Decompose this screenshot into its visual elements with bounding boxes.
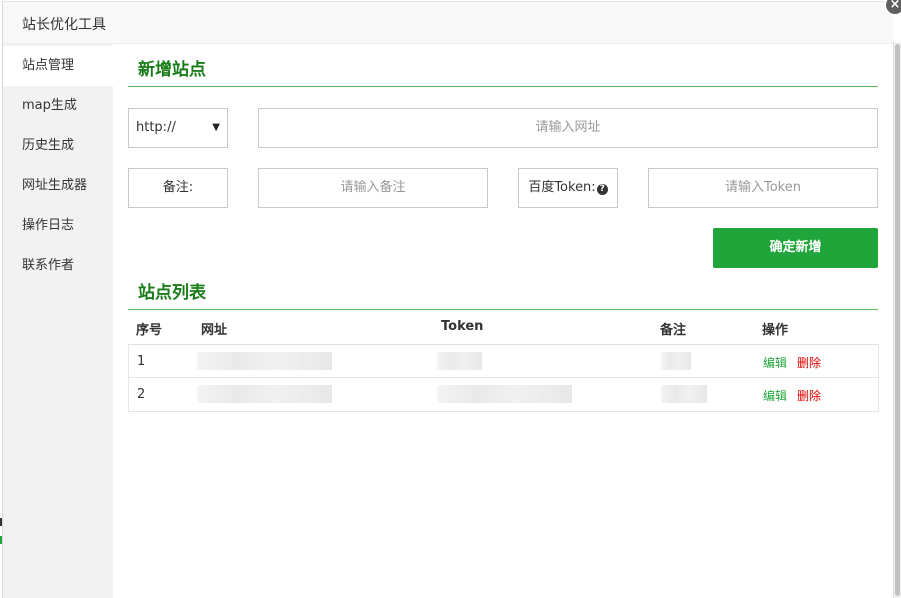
edit-link[interactable]: 编辑 bbox=[763, 354, 787, 371]
redacted-token bbox=[437, 385, 572, 403]
column-header-actions: 操作 bbox=[762, 323, 789, 338]
protocol-select[interactable]: http:// ▼ bbox=[128, 108, 228, 148]
sidebar: 站点管理 map生成 历史生成 网址生成器 操作日志 联系作者 bbox=[3, 44, 113, 598]
table-header: 序号 网址 Token 备注 操作 bbox=[128, 310, 879, 344]
sidebar-item-label: map生成 bbox=[22, 98, 77, 113]
chevron-down-icon: ▼ bbox=[212, 122, 220, 133]
token-label: 百度Token:? bbox=[518, 168, 618, 208]
add-site-divider bbox=[128, 86, 878, 87]
sidebar-item-label: 联系作者 bbox=[22, 258, 75, 273]
sidebar-item-label: 网址生成器 bbox=[22, 178, 88, 193]
row-index: 1 bbox=[137, 354, 146, 369]
column-header-index: 序号 bbox=[136, 323, 163, 338]
url-input-placeholder: 请输入网址 bbox=[535, 120, 601, 135]
token-input[interactable]: 请输入Token bbox=[648, 168, 878, 208]
main-content: 新增站点 http:// ▼ 请输入网址 备注: 请输入备注 百度Token:?… bbox=[113, 44, 894, 598]
tool-dialog: 站长优化工具 站点管理 map生成 历史生成 网址生成器 操作日志 联系作者 新… bbox=[2, 1, 894, 598]
redacted-url bbox=[197, 385, 332, 403]
delete-link[interactable]: 删除 bbox=[797, 387, 821, 404]
url-input[interactable]: 请输入网址 bbox=[258, 108, 878, 148]
vertical-scrollbar[interactable] bbox=[893, 42, 901, 598]
sidebar-item-site-management[interactable]: 站点管理 bbox=[3, 46, 113, 86]
token-input-placeholder: 请输入Token bbox=[725, 180, 801, 195]
sidebar-item-label: 站点管理 bbox=[22, 58, 75, 73]
row-index: 2 bbox=[137, 387, 146, 402]
redacted-remark bbox=[661, 352, 691, 370]
remark-input[interactable]: 请输入备注 bbox=[258, 168, 488, 208]
confirm-add-button[interactable]: 确定新增 bbox=[713, 228, 878, 268]
remark-label-text: 备注: bbox=[162, 180, 194, 195]
dialog-titlebar: 站长优化工具 bbox=[3, 2, 894, 44]
remark-label: 备注: bbox=[128, 168, 228, 208]
sidebar-item-operation-log[interactable]: 操作日志 bbox=[3, 206, 113, 246]
sidebar-item-map-generate[interactable]: map生成 bbox=[3, 86, 113, 126]
redacted-url bbox=[197, 352, 332, 370]
add-site-title: 新增站点 bbox=[138, 60, 206, 80]
protocol-select-value: http:// bbox=[136, 120, 176, 135]
delete-link[interactable]: 删除 bbox=[797, 354, 821, 371]
redacted-remark bbox=[661, 385, 707, 403]
table-row: 2 编辑 删除 bbox=[128, 378, 879, 412]
edit-link[interactable]: 编辑 bbox=[763, 387, 787, 404]
scrollbar-thumb[interactable] bbox=[895, 44, 900, 596]
column-header-remark: 备注 bbox=[660, 323, 687, 338]
column-header-url: 网址 bbox=[201, 323, 228, 338]
background-edge-mark bbox=[0, 518, 2, 526]
column-header-token: Token bbox=[441, 319, 484, 334]
sidebar-item-contact-author[interactable]: 联系作者 bbox=[3, 246, 113, 286]
site-list-title: 站点列表 bbox=[138, 283, 206, 303]
table-row: 1 编辑 删除 bbox=[128, 344, 879, 378]
token-label-text: 百度Token: bbox=[528, 180, 596, 195]
redacted-token bbox=[437, 352, 482, 370]
sidebar-item-label: 历史生成 bbox=[22, 138, 75, 153]
sidebar-item-url-generator[interactable]: 网址生成器 bbox=[3, 166, 113, 206]
remark-input-placeholder: 请输入备注 bbox=[340, 180, 406, 195]
question-circle-icon[interactable]: ? bbox=[596, 184, 608, 195]
sidebar-item-label: 操作日志 bbox=[22, 218, 75, 233]
background-edge-mark bbox=[0, 536, 2, 544]
sidebar-item-history[interactable]: 历史生成 bbox=[3, 126, 113, 166]
dialog-title: 站长优化工具 bbox=[22, 17, 106, 33]
